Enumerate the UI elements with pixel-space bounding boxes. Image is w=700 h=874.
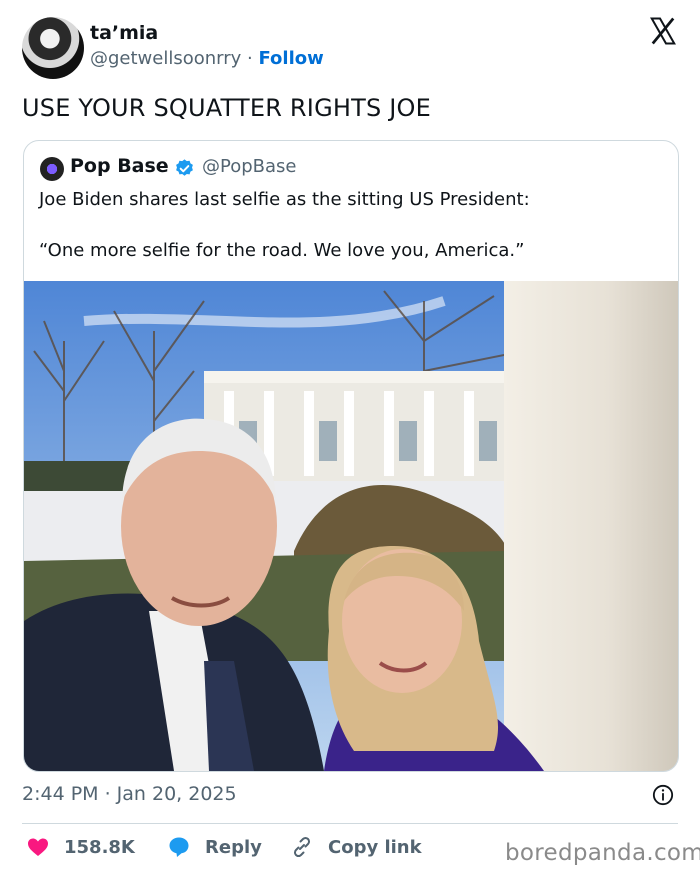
follow-button[interactable]: Follow xyxy=(258,48,323,69)
quoted-tweet-card[interactable]: Pop Base @PopBase Joe Biden shares last … xyxy=(23,140,679,772)
reply-label: Reply xyxy=(205,836,262,858)
selfie-photo[interactable] xyxy=(24,281,678,771)
author-avatar[interactable] xyxy=(22,17,84,79)
quoted-author-handle[interactable]: @PopBase xyxy=(202,156,296,177)
timestamp[interactable]: 2:44 PM · Jan 20, 2025 xyxy=(22,783,237,805)
like-count: 158.8K xyxy=(64,836,135,858)
info-icon[interactable] xyxy=(652,784,674,806)
copy-link-button[interactable]: Copy link xyxy=(290,833,422,861)
author-name[interactable]: ta’mia xyxy=(90,22,158,44)
divider xyxy=(22,823,678,824)
watermark: boredpanda.com xyxy=(505,840,700,866)
handle-separator: · xyxy=(241,48,259,69)
quoted-text-line1: Joe Biden shares last selfie as the sitt… xyxy=(39,189,530,210)
verified-badge-icon xyxy=(176,159,193,176)
reply-button[interactable]: Reply xyxy=(167,833,262,861)
like-button[interactable]: 158.8K xyxy=(26,833,135,861)
x-logo-icon[interactable] xyxy=(648,16,678,46)
quoted-author-name[interactable]: Pop Base xyxy=(70,155,169,177)
copy-link-label: Copy link xyxy=(328,836,422,858)
reply-bubble-icon xyxy=(169,837,189,857)
quoted-text-line2: “One more selfie for the road. We love y… xyxy=(39,240,525,261)
link-icon xyxy=(293,836,311,858)
heart-icon xyxy=(28,838,48,856)
author-handle-row: @getwellsoonrry · Follow xyxy=(90,48,324,69)
author-handle[interactable]: @getwellsoonrry xyxy=(90,48,241,69)
quoted-avatar[interactable] xyxy=(40,157,64,181)
tweet-text: USE YOUR SQUATTER RIGHTS JOE xyxy=(22,94,431,122)
